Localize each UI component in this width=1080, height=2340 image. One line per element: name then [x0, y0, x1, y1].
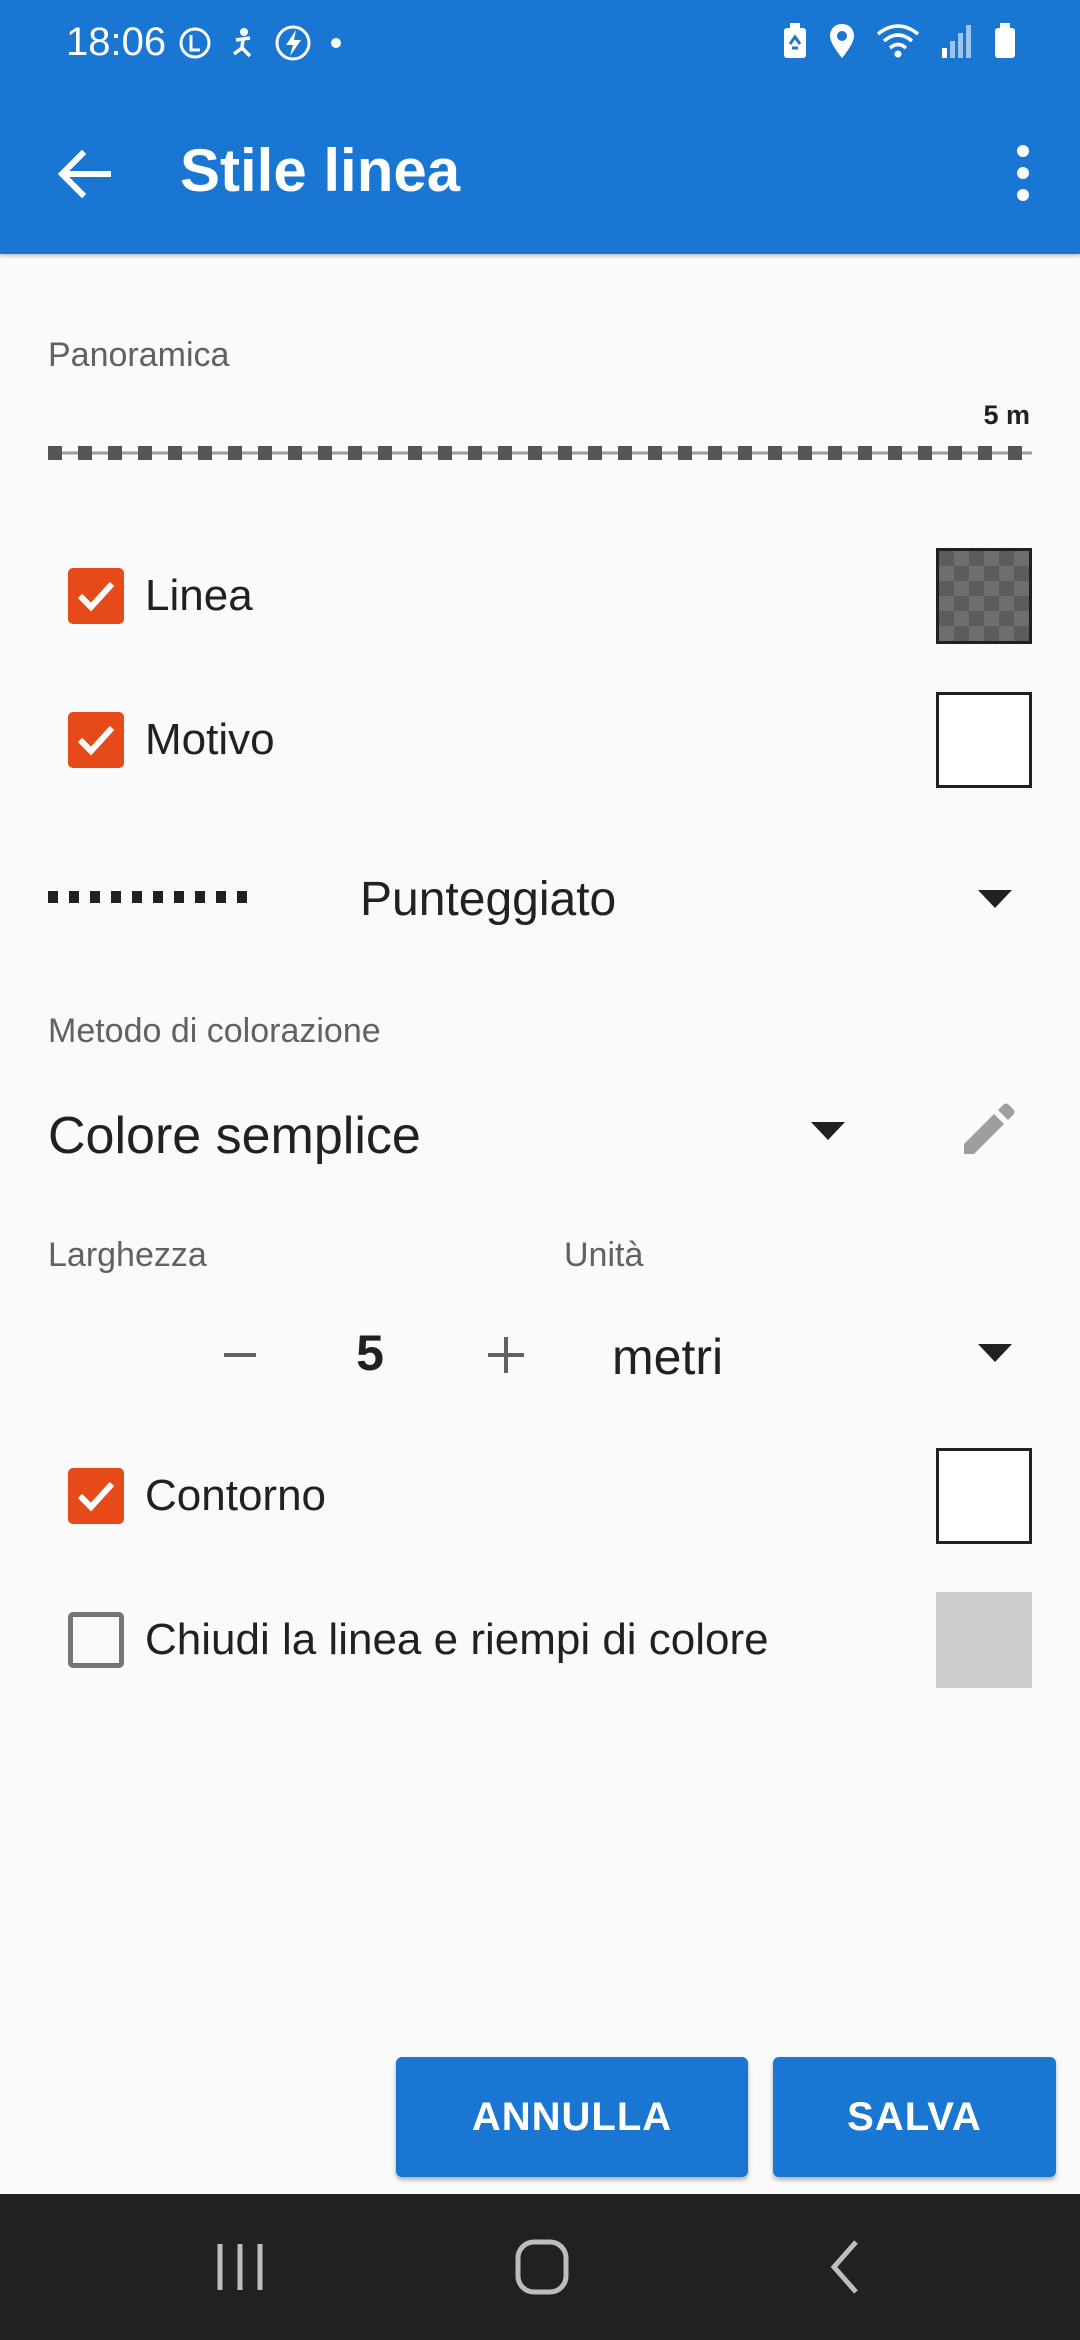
pattern-select[interactable]: Punteggiato — [0, 850, 1080, 960]
status-bar: 18:06 — [0, 0, 1080, 88]
width-unit-row: 5 metri — [0, 1300, 1080, 1410]
unit-label: Unità — [564, 1236, 644, 1274]
checkmark-icon — [77, 1481, 115, 1512]
pencil-icon — [964, 1103, 1015, 1154]
status-time: 18:06 — [66, 20, 167, 64]
preview-label: Panoramica — [48, 336, 230, 374]
more-options-button[interactable] — [998, 138, 1048, 208]
close-fill-checkbox[interactable] — [68, 1612, 124, 1668]
close-fill-label: Chiudi la linea e riempi di colore — [145, 1615, 769, 1664]
recents-icon — [217, 2244, 263, 2290]
coloring-method-label: Metodo di colorazione — [48, 1012, 381, 1050]
page-title: Stile linea — [180, 137, 461, 204]
fill-color-swatch[interactable] — [936, 1592, 1032, 1688]
line-color-swatch[interactable] — [936, 548, 1032, 644]
preview-line — [48, 446, 1032, 460]
wifi-icon — [876, 24, 920, 58]
coloring-method-select[interactable]: Colore semplice — [0, 1090, 1080, 1180]
dropdown-arrow-icon — [978, 890, 1012, 908]
pattern-color-swatch[interactable] — [936, 692, 1032, 788]
minus-icon — [224, 1353, 256, 1357]
dot-icon — [331, 38, 341, 48]
pattern-label: Motivo — [145, 715, 275, 764]
accessibility-icon — [232, 28, 252, 58]
location-icon — [830, 24, 854, 58]
checkmark-icon — [77, 581, 115, 612]
dropdown-arrow-icon — [811, 1122, 845, 1140]
edit-color-button[interactable] — [956, 1098, 1020, 1162]
dotted-pattern-preview — [48, 891, 254, 903]
arrow-back-icon — [57, 149, 111, 199]
battery-icon — [995, 23, 1015, 58]
back-nav-button[interactable] — [806, 2234, 886, 2300]
line-label: Linea — [145, 571, 253, 620]
battery-saver-icon — [784, 23, 806, 58]
preview-scale: 5 m — [983, 400, 1030, 430]
home-icon — [515, 2239, 569, 2295]
cancel-button[interactable]: ANNULLA — [396, 2057, 748, 2177]
l-circle-icon — [179, 27, 211, 59]
unit-select-value: metri — [612, 1329, 724, 1385]
app-bar: Stile linea — [0, 88, 1080, 254]
home-button[interactable] — [502, 2234, 582, 2300]
outline-color-swatch[interactable] — [936, 1448, 1032, 1544]
chevron-left-icon — [830, 2240, 858, 2294]
back-button[interactable] — [50, 138, 120, 208]
outline-label: Contorno — [145, 1471, 327, 1520]
outline-row[interactable]: Contorno — [0, 1441, 1080, 1551]
unit-select[interactable]: metri — [600, 1300, 1040, 1410]
width-label: Larghezza — [48, 1236, 207, 1274]
pattern-select-value: Punteggiato — [360, 873, 617, 926]
lightning-icon — [275, 25, 311, 61]
recents-button[interactable] — [200, 2234, 280, 2300]
more-vert-icon — [1017, 145, 1029, 201]
coloring-method-value: Colore semplice — [48, 1107, 421, 1165]
decrease-width-button[interactable] — [200, 1320, 280, 1390]
signal-icon — [942, 25, 971, 58]
dropdown-arrow-icon — [978, 1344, 1012, 1362]
width-value: 5 — [356, 1325, 384, 1381]
line-checkbox[interactable] — [68, 568, 124, 624]
plus-icon — [488, 1337, 524, 1373]
status-right-icons — [782, 22, 1016, 60]
outline-checkbox[interactable] — [68, 1468, 124, 1524]
status-left-icons — [178, 24, 346, 62]
increase-width-button[interactable] — [466, 1320, 546, 1390]
system-nav-bar — [0, 2194, 1080, 2340]
pattern-checkbox[interactable] — [68, 712, 124, 768]
pattern-row[interactable]: Motivo — [0, 685, 1080, 795]
checkmark-icon — [77, 725, 115, 756]
close-fill-row[interactable]: Chiudi la linea e riempi di colore — [0, 1585, 1080, 1695]
save-button[interactable]: SALVA — [773, 2057, 1056, 2177]
line-row[interactable]: Linea — [0, 541, 1080, 651]
